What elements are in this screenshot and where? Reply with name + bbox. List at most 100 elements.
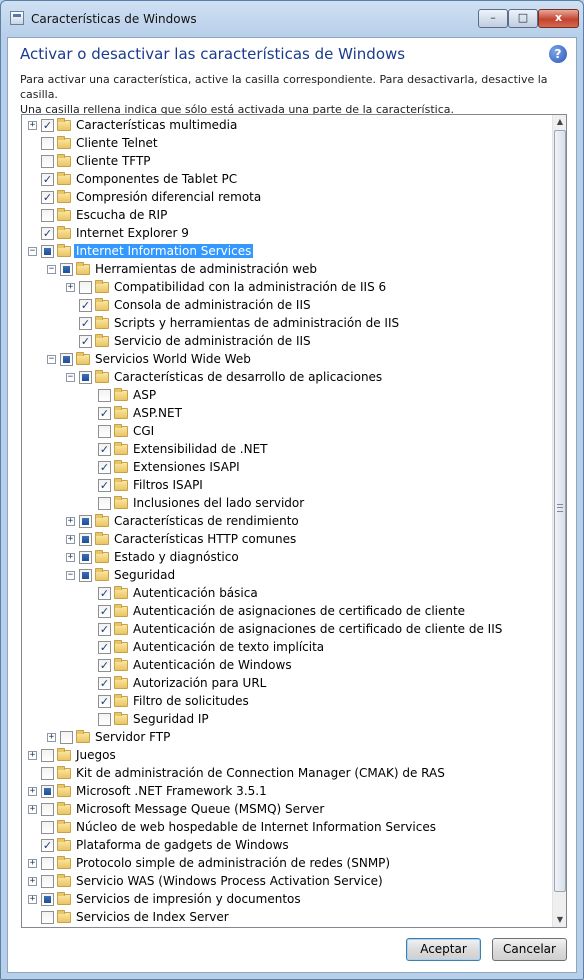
feature-checkbox[interactable] [98,389,111,402]
collapse-icon[interactable]: − [66,571,75,580]
feature-row[interactable]: ASP [22,386,550,404]
feature-checkbox[interactable]: ✓ [41,119,54,132]
feature-checkbox[interactable]: ✓ [41,227,54,240]
expand-icon[interactable]: + [47,733,56,742]
feature-row[interactable]: + Juegos [22,746,550,764]
feature-checkbox[interactable] [79,515,92,528]
collapse-icon[interactable]: − [47,355,56,364]
collapse-icon[interactable]: − [66,373,75,382]
feature-checkbox[interactable]: ✓ [98,623,111,636]
feature-row[interactable]: ✓ Autenticación de asignaciones de certif… [22,620,550,638]
feature-row[interactable]: ✓ Autenticación de texto implícita [22,638,550,656]
maximize-button[interactable]: □ [508,9,538,28]
feature-checkbox[interactable] [98,713,111,726]
feature-row[interactable]: ✓ Compresión diferencial remota [22,188,550,206]
feature-row[interactable]: Kit de administración de Connection Mana… [22,764,550,782]
expand-icon[interactable]: + [66,283,75,292]
feature-row[interactable]: + Características HTTP comunes [22,530,550,548]
feature-checkbox[interactable] [98,425,111,438]
feature-checkbox[interactable] [41,803,54,816]
title-bar[interactable]: Características de Windows – □ x [1,1,583,39]
feature-checkbox[interactable]: ✓ [41,191,54,204]
feature-checkbox[interactable]: ✓ [98,407,111,420]
feature-checkbox[interactable] [60,731,73,744]
feature-row[interactable]: + Microsoft .NET Framework 3.5.1 [22,782,550,800]
feature-row[interactable]: − Seguridad [22,566,550,584]
feature-checkbox[interactable] [60,263,73,276]
feature-row[interactable]: ✓ Servicio de administración de IIS [22,332,550,350]
feature-row[interactable]: ✓ Componentes de Tablet PC [22,170,550,188]
feature-checkbox[interactable]: ✓ [98,605,111,618]
feature-checkbox[interactable]: ✓ [98,641,111,654]
expand-icon[interactable]: + [28,877,37,886]
scroll-up-arrow-icon[interactable]: ▲ [554,115,566,129]
feature-row[interactable]: Núcleo de web hospedable de Internet Inf… [22,818,550,836]
feature-checkbox[interactable]: ✓ [98,461,111,474]
expand-icon[interactable]: + [28,895,37,904]
feature-row[interactable]: Inclusiones del lado servidor [22,494,550,512]
feature-row[interactable]: Cliente Telnet [22,134,550,152]
feature-checkbox[interactable]: ✓ [79,335,92,348]
feature-checkbox[interactable] [79,371,92,384]
vertical-scrollbar[interactable]: ▲ ▼ [552,115,566,927]
feature-row[interactable]: Escucha de RIP [22,206,550,224]
feature-row[interactable]: + Servicios de impresión y documentos [22,890,550,908]
feature-row[interactable]: CGI [22,422,550,440]
feature-checkbox[interactable]: ✓ [98,587,111,600]
accept-button[interactable]: Aceptar [406,938,481,961]
feature-checkbox[interactable] [41,137,54,150]
feature-checkbox[interactable] [41,785,54,798]
feature-row[interactable]: ✓ Extensiones ISAPI [22,458,550,476]
expand-icon[interactable]: + [28,805,37,814]
close-button[interactable]: x [538,9,579,28]
feature-row[interactable]: ✓ Internet Explorer 9 [22,224,550,242]
feature-checkbox[interactable]: ✓ [98,695,111,708]
feature-row[interactable]: ✓ Autenticación básica [22,584,550,602]
expand-icon[interactable]: + [28,751,37,760]
collapse-icon[interactable]: − [47,265,56,274]
help-icon[interactable]: ? [549,45,567,63]
feature-checkbox[interactable] [79,281,92,294]
feature-checkbox[interactable]: ✓ [98,659,111,672]
scroll-down-arrow-icon[interactable]: ▼ [554,913,566,927]
expand-icon[interactable]: + [66,517,75,526]
feature-checkbox[interactable] [79,551,92,564]
feature-row[interactable]: Seguridad IP [22,710,550,728]
feature-checkbox[interactable]: ✓ [79,317,92,330]
feature-row[interactable]: + Servicio WAS (Windows Process Activatio… [22,872,550,890]
feature-checkbox[interactable] [79,533,92,546]
feature-row[interactable]: − Características de desarrollo de aplica… [22,368,550,386]
scroll-thumb[interactable] [554,130,566,892]
cancel-button[interactable]: Cancelar [492,938,567,961]
expand-icon[interactable]: + [28,787,37,796]
feature-row[interactable]: + Características de rendimiento [22,512,550,530]
feature-row[interactable]: ✓ ASP.NET [22,404,550,422]
feature-row[interactable]: ✓ Plataforma de gadgets de Windows [22,836,550,854]
feature-row[interactable]: Servicios de Index Server [22,908,550,926]
feature-row[interactable]: ✓ Consola de administración de IIS [22,296,550,314]
feature-checkbox[interactable]: ✓ [98,677,111,690]
feature-checkbox[interactable] [41,893,54,906]
feature-row[interactable]: + Servidor FTP [22,728,550,746]
feature-row[interactable]: Cliente TFTP [22,152,550,170]
feature-row[interactable]: ✓ Filtro de solicitudes [22,692,550,710]
feature-row[interactable]: + Compatibilidad con la administración de… [22,278,550,296]
feature-checkbox[interactable] [60,353,73,366]
feature-checkbox[interactable]: ✓ [98,443,111,456]
expand-icon[interactable]: + [66,553,75,562]
feature-checkbox[interactable] [98,497,111,510]
feature-checkbox[interactable]: ✓ [79,299,92,312]
feature-checkbox[interactable]: ✓ [41,173,54,186]
feature-checkbox[interactable]: ✓ [98,479,111,492]
feature-row[interactable]: ✓ Autenticación de Windows [22,656,550,674]
expand-icon[interactable]: + [28,121,37,130]
feature-checkbox[interactable] [41,767,54,780]
feature-checkbox[interactable] [41,857,54,870]
feature-checkbox[interactable] [41,821,54,834]
feature-row[interactable]: ✓ Extensibilidad de .NET [22,440,550,458]
feature-row[interactable]: − Servicios World Wide Web [22,350,550,368]
feature-row[interactable]: − Herramientas de administración web [22,260,550,278]
feature-checkbox[interactable] [41,245,54,258]
feature-row[interactable]: − Internet Information Services [22,242,550,260]
expand-icon[interactable]: + [28,859,37,868]
